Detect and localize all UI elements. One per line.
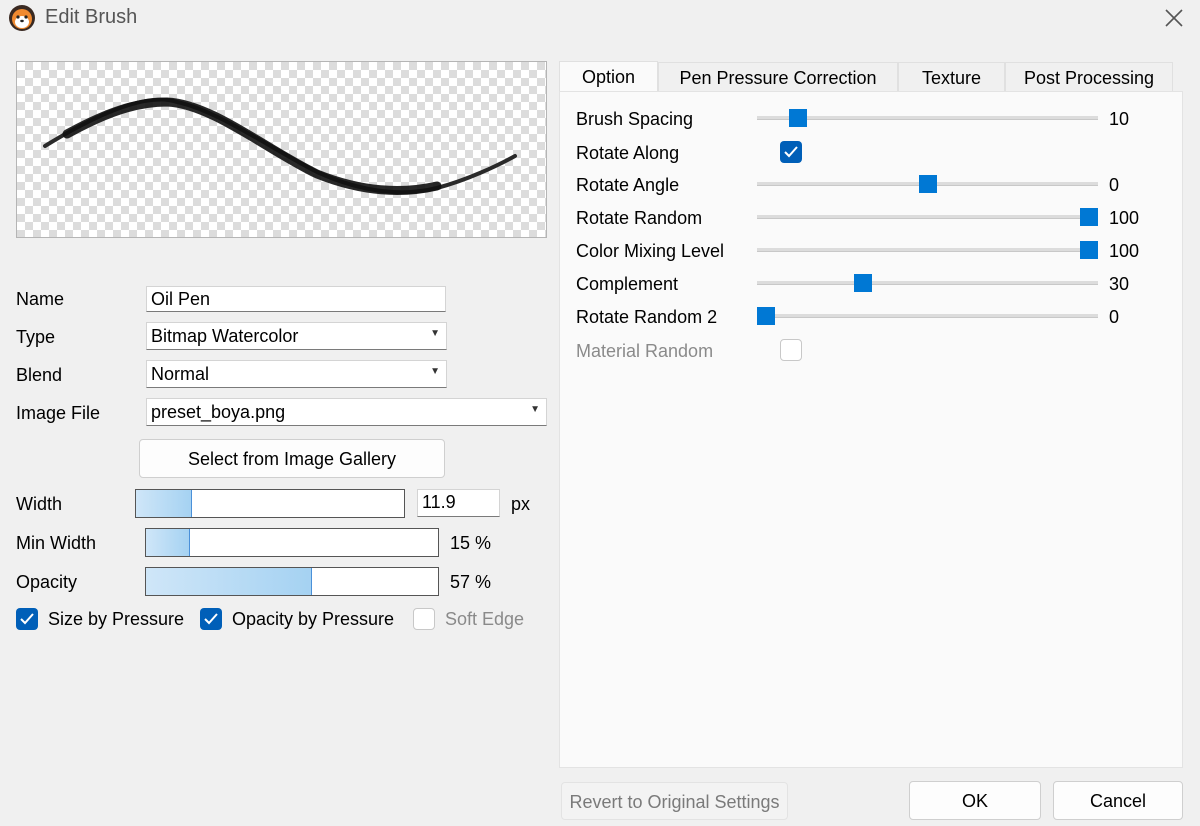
rotate-random-2-label: Rotate Random 2 (576, 307, 718, 327)
soft-edge-checkbox[interactable] (413, 608, 435, 630)
rotate-random-slider-track[interactable] (757, 215, 1098, 219)
chevron-down-icon: ▼ (430, 366, 440, 377)
brush-spacing-slider-track[interactable] (757, 116, 1098, 120)
brush-spacing-label: Brush Spacing (576, 109, 694, 129)
tab-texture[interactable]: Texture (898, 62, 1005, 92)
type-select[interactable]: Bitmap Watercolor ▼ (146, 322, 447, 350)
color-mixing-level-value: 100 (1109, 241, 1140, 261)
ok-button[interactable]: OK (909, 781, 1041, 820)
width-bar-fill (136, 490, 193, 517)
checkmark-icon (784, 146, 798, 158)
image-file-select[interactable]: preset_boya.png ▼ (146, 398, 547, 426)
name-label: Name (16, 289, 65, 309)
min-width-label: Min Width (16, 533, 97, 553)
complement-slider-thumb[interactable] (853, 274, 872, 292)
revert-button[interactable]: Revert to Original Settings (561, 782, 788, 820)
chevron-down-icon: ▼ (430, 328, 440, 339)
chevron-down-icon: ▼ (530, 404, 540, 415)
width-unit: px (511, 494, 531, 514)
blend-select[interactable]: Normal ▼ (146, 360, 447, 388)
min-width-bar[interactable] (145, 528, 439, 557)
soft-edge-label: Soft Edge (445, 609, 525, 629)
complement-slider-track[interactable] (757, 281, 1098, 285)
width-field[interactable]: 11.9 (417, 489, 500, 517)
opacity-by-pressure-checkbox[interactable] (200, 608, 222, 630)
opacity-value: 57 % (450, 572, 492, 592)
cancel-button[interactable]: Cancel (1053, 781, 1183, 820)
complement-value: 30 (1109, 274, 1130, 294)
rotate-random-label: Rotate Random (576, 208, 703, 228)
material-random-checkbox[interactable] (780, 339, 802, 361)
blend-label: Blend (16, 365, 63, 385)
color-mixing-level-slider-thumb[interactable] (1080, 241, 1098, 259)
fox-avatar-icon (9, 5, 35, 31)
checkmark-icon (204, 613, 218, 625)
rotate-angle-slider-thumb[interactable] (918, 175, 937, 193)
rotate-along-checkbox[interactable] (780, 141, 802, 163)
rotate-random-2-value: 0 (1109, 307, 1120, 327)
size-by-pressure-label: Size by Pressure (48, 609, 185, 629)
title-bar: Edit Brush (0, 0, 1200, 36)
brush-preview (16, 61, 547, 238)
width-label: Width (16, 494, 63, 514)
min-width-bar-fill (146, 529, 190, 556)
type-select-value: Bitmap Watercolor (151, 326, 299, 346)
close-icon[interactable] (1160, 4, 1188, 32)
rotate-random-value: 100 (1109, 208, 1140, 228)
brush-spacing-slider-thumb[interactable] (789, 109, 808, 127)
brush-spacing-value: 10 (1109, 109, 1130, 129)
size-by-pressure-checkbox[interactable] (16, 608, 38, 630)
checkmark-icon (20, 613, 34, 625)
window-title: Edit Brush (45, 6, 138, 28)
material-random-label: Material Random (576, 341, 714, 361)
color-mixing-level-label: Color Mixing Level (576, 241, 725, 261)
rotate-angle-label: Rotate Angle (576, 175, 680, 195)
rotate-angle-value: 0 (1109, 175, 1120, 195)
tab-pen-pressure-correction[interactable]: Pen Pressure Correction (658, 62, 898, 92)
opacity-bar[interactable] (145, 567, 439, 596)
width-bar[interactable] (135, 489, 405, 518)
name-field[interactable]: Oil Pen (146, 286, 446, 312)
tab-post-processing[interactable]: Post Processing (1005, 62, 1173, 92)
image-file-select-value: preset_boya.png (151, 402, 286, 422)
rotate-along-label: Rotate Along (576, 143, 680, 163)
rotate-random-slider-thumb[interactable] (1080, 208, 1098, 226)
blend-select-value: Normal (151, 364, 210, 384)
opacity-bar-fill (146, 568, 313, 595)
rotate-random-2-slider-track[interactable] (757, 314, 1098, 318)
color-mixing-level-slider-track[interactable] (757, 248, 1098, 252)
select-from-gallery-button[interactable]: Select from Image Gallery (139, 439, 445, 478)
min-width-value: 15 % (450, 533, 492, 553)
type-label: Type (16, 327, 56, 347)
complement-label: Complement (576, 274, 679, 294)
opacity-by-pressure-label: Opacity by Pressure (232, 609, 395, 629)
tab-option[interactable]: Option (559, 61, 658, 92)
brush-stroke-preview (43, 97, 517, 195)
rotate-random-2-slider-thumb[interactable] (757, 307, 775, 325)
opacity-label: Opacity (16, 572, 78, 592)
image-file-label: Image File (16, 403, 101, 423)
